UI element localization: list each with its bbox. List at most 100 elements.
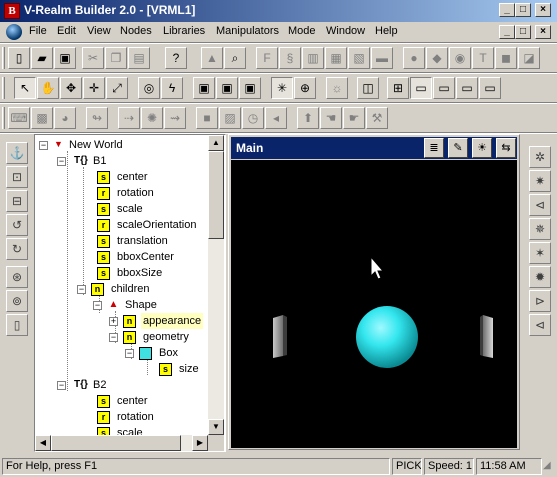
search-icon[interactable]: ⌕: [224, 47, 246, 69]
pointer-icon[interactable]: ↖: [14, 77, 36, 99]
wrench-icon[interactable]: ⚒: [366, 107, 388, 129]
pointlight-icon[interactable]: ⇢: [118, 107, 140, 129]
light-bulb-icon-5[interactable]: ✶: [529, 242, 551, 264]
resize-grip-icon[interactable]: ◢: [543, 461, 555, 473]
proximity-sensor-icon[interactable]: ⊡: [6, 166, 28, 188]
cone-icon[interactable]: ●: [403, 47, 425, 69]
expand-toggle[interactable]: +: [109, 317, 118, 326]
scroll-left-arrow[interactable]: ◀: [35, 435, 51, 451]
sphere-icon[interactable]: ◕: [54, 107, 76, 129]
sound-icon[interactable]: ◂: [265, 107, 287, 129]
view-tree-icon[interactable]: ≣: [424, 138, 444, 158]
view-layout-icon-1[interactable]: ▭: [410, 77, 432, 99]
navigate-icon[interactable]: ✳: [271, 77, 293, 99]
menu-libraries[interactable]: Libraries: [163, 25, 205, 37]
lightning-icon[interactable]: ϟ: [161, 77, 183, 99]
menu-view[interactable]: View: [87, 25, 111, 37]
mdi-minimize-button[interactable]: _: [499, 25, 515, 39]
visibility-sensor-icon[interactable]: ⊟: [6, 190, 28, 212]
viewport-title-bar[interactable]: Main ≣ ✎ ☀ ⇆: [231, 137, 517, 159]
open-folder-icon[interactable]: ▰: [31, 47, 53, 69]
right-box-object[interactable]: [483, 315, 493, 358]
touch-sensor-icon[interactable]: ⬆: [297, 107, 319, 129]
grab-icon[interactable]: ✋: [37, 77, 59, 99]
collapse-toggle[interactable]: −: [93, 301, 102, 310]
menu-edit[interactable]: Edit: [57, 25, 76, 37]
pencil-icon[interactable]: ✎: [448, 138, 468, 158]
inline-icon[interactable]: ▯: [6, 314, 28, 336]
text-icon[interactable]: T: [472, 47, 494, 69]
menu-mode[interactable]: Mode: [288, 25, 316, 37]
headlight-icon[interactable]: ☀: [472, 138, 492, 158]
light-bulb-icon-2[interactable]: ✷: [529, 170, 551, 192]
node-icon-2[interactable]: ▦: [325, 47, 347, 69]
scroll-down-arrow[interactable]: ▼: [208, 419, 224, 435]
node-library-icon[interactable]: ▲: [201, 47, 223, 69]
document-globe-icon[interactable]: [6, 24, 22, 40]
cube-icon[interactable]: ▩: [31, 107, 53, 129]
spotlight-icon[interactable]: ✺: [141, 107, 163, 129]
anchor-icon[interactable]: ⚓: [6, 142, 28, 164]
node-icon-4[interactable]: ▬: [371, 47, 393, 69]
light-icon[interactable]: ☼: [326, 77, 348, 99]
single-view-icon[interactable]: ◫: [357, 77, 379, 99]
sphere-node-icon[interactable]: ◉: [449, 47, 471, 69]
app-icon[interactable]: B: [4, 3, 20, 19]
tree-horizontal-scrollbar[interactable]: ◀ ▶: [35, 435, 208, 451]
hand-icon-1[interactable]: ☚: [320, 107, 342, 129]
toolbar-grip[interactable]: [2, 77, 5, 99]
scroll-right-arrow[interactable]: ▶: [192, 435, 208, 451]
keyboard-icon[interactable]: ⌨: [8, 107, 30, 129]
collision-icon[interactable]: ⊚: [6, 290, 28, 312]
collapse-toggle[interactable]: −: [57, 157, 66, 166]
switch-icon[interactable]: ↺: [6, 214, 28, 236]
billboard-icon[interactable]: ⊛: [6, 266, 28, 288]
menu-help[interactable]: Help: [375, 25, 398, 37]
scroll-thumb[interactable]: [208, 151, 224, 239]
save-icon[interactable]: ▣: [54, 47, 76, 69]
copy-icon[interactable]: ❐: [105, 47, 127, 69]
box-node-icon[interactable]: ■: [196, 107, 218, 129]
view-layout-icon-2[interactable]: ▭: [433, 77, 455, 99]
pan-icon[interactable]: ✛: [83, 77, 105, 99]
new-file-icon[interactable]: ▯: [8, 47, 30, 69]
view-layout-icon-4[interactable]: ▭: [479, 77, 501, 99]
node-icon-1[interactable]: ▥: [302, 47, 324, 69]
help-icon[interactable]: ?: [165, 47, 187, 69]
tree-vertical-scrollbar[interactable]: ▲ ▼: [208, 135, 224, 435]
light-bulb-icon-6[interactable]: ✹: [529, 266, 551, 288]
collapse-toggle[interactable]: −: [77, 285, 86, 294]
hand-icon-2[interactable]: ☛: [343, 107, 365, 129]
close-button[interactable]: ×: [535, 3, 551, 17]
node-icon-3[interactable]: ▧: [348, 47, 370, 69]
mdi-close-button[interactable]: ×: [535, 25, 551, 39]
3d-viewport[interactable]: [231, 160, 517, 448]
left-box-object[interactable]: [273, 315, 283, 358]
light-bulb-icon-8[interactable]: ⊲: [529, 314, 551, 336]
paste-icon[interactable]: ▤: [128, 47, 150, 69]
scroll-up-arrow[interactable]: ▲: [208, 135, 224, 151]
toolbar-grip[interactable]: [2, 107, 5, 129]
view-icon-2[interactable]: ▣: [216, 77, 238, 99]
collapse-toggle[interactable]: −: [125, 349, 134, 358]
indexed-face-icon[interactable]: ◪: [518, 47, 540, 69]
fontstyle-icon[interactable]: F: [256, 47, 278, 69]
light-bulb-icon-4[interactable]: ✵: [529, 218, 551, 240]
script-icon[interactable]: §: [279, 47, 301, 69]
toolbar-grip[interactable]: [2, 47, 5, 69]
menu-window[interactable]: Window: [326, 25, 365, 37]
light-bulb-icon-3[interactable]: ⊲: [529, 194, 551, 216]
quad-view-icon[interactable]: ⊞: [387, 77, 409, 99]
menu-nodes[interactable]: Nodes: [120, 25, 152, 37]
view-icon-3[interactable]: ▣: [239, 77, 261, 99]
sphere-object[interactable]: [356, 306, 418, 368]
menu-file[interactable]: File: [29, 25, 47, 37]
image-icon[interactable]: ▨: [219, 107, 241, 129]
select-icon[interactable]: ⤢: [106, 77, 128, 99]
menu-manipulators[interactable]: Manipulators: [216, 25, 279, 37]
view-icon-1[interactable]: ▣: [193, 77, 215, 99]
collapse-toggle[interactable]: −: [109, 333, 118, 342]
maximize-button[interactable]: □: [515, 3, 531, 17]
route-icon[interactable]: ↬: [86, 107, 108, 129]
view-layout-icon-3[interactable]: ▭: [456, 77, 478, 99]
